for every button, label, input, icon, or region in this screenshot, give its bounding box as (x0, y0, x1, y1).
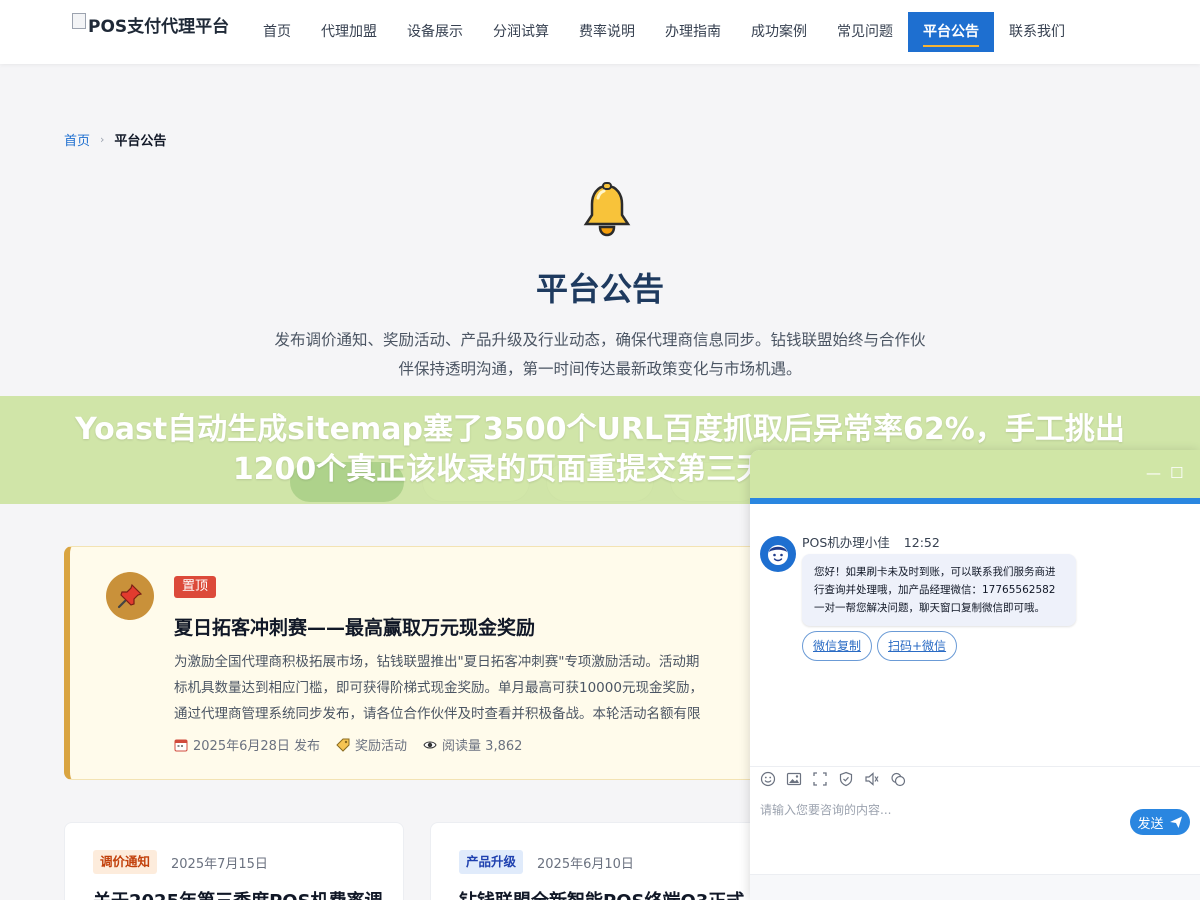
site-logo[interactable]: POS支付代理平台 (72, 12, 229, 37)
paper-plane-icon (1169, 816, 1182, 828)
screenshot-icon[interactable] (812, 771, 828, 787)
card-date: 2025年6月10日 (537, 857, 634, 872)
nav-item-devices[interactable]: 设备展示 (392, 12, 478, 52)
breadcrumb-current: 平台公告 (114, 134, 167, 149)
announcement-card[interactable]: 调价通知 2025年7月15日 关于2025年第三季度POS机费率调 (64, 822, 404, 900)
meta-views-text: 阅读量 3,862 (442, 739, 523, 754)
nav-item-home[interactable]: 首页 (248, 12, 306, 52)
image-icon[interactable] (786, 771, 802, 787)
chat-message-input[interactable] (760, 800, 1120, 820)
featured-body: 为激励全国代理商积极拓展市场，钻钱联盟推出"夏日拓客冲刺赛"专项激励活动。活动期… (174, 649, 763, 727)
agent-info: POS机办理小佳 12:52 (802, 532, 940, 551)
page-description: 发布调价通知、奖励活动、产品升级及行业动态，确保代理商信息同步。钻钱联盟始终与合… (274, 331, 926, 378)
nav-item-cases[interactable]: 成功案例 (736, 12, 822, 52)
agent-face-icon (768, 545, 788, 565)
card-date: 2025年7月15日 (171, 857, 268, 872)
meta-category: 奖励活动 (336, 735, 407, 754)
nav-item-contact[interactable]: 联系我们 (994, 12, 1080, 52)
nav-item-announcements[interactable]: 平台公告 (908, 12, 994, 52)
tag-icon (336, 738, 350, 752)
nav-item-rates[interactable]: 费率说明 (564, 12, 650, 52)
broken-image-icon (72, 12, 86, 29)
bell-icon (583, 182, 631, 237)
featured-body-line: 通过代理商管理系统同步发布，请各位合作伙伴及时查看并积极备战。本轮活动名额有限 (174, 706, 701, 722)
card-title[interactable]: 关于2025年第三季度POS机费率调 (93, 887, 383, 900)
logo-text: POS支付代理平台 (88, 17, 230, 37)
pushpin-icon (117, 583, 143, 609)
breadcrumb-separator: › (100, 133, 105, 146)
chat-toolbar (750, 766, 1200, 792)
nav-item-guide[interactable]: 办理指南 (650, 12, 736, 52)
nav-item-agent-join[interactable]: 代理加盟 (306, 12, 392, 52)
card-tag: 产品升级 (459, 850, 524, 874)
featured-announcement-card[interactable]: 置顶 夏日拓客冲刺赛——最高赢取万元现金奖励 为激励全国代理商积极拓展市场，钻钱… (64, 546, 764, 780)
chat-widget: — ☐ POS机办理小佳 12:52 您好！如果刷卡未及时到账，可以联系我们服务… (750, 450, 1200, 900)
breadcrumb: 首页 › 平台公告 (64, 130, 166, 149)
send-button-label: 发送 (1137, 816, 1164, 832)
meta-date: 2025年6月28日 发布 (174, 735, 320, 754)
chat-header: — ☐ (750, 450, 1200, 504)
pin-badge (106, 572, 154, 620)
maximize-button[interactable]: ☐ (1170, 464, 1183, 482)
card-title[interactable]: 钻钱联盟全新智能POS终端Q3正式 (459, 887, 744, 900)
featured-body-line: 标机具数量达到相应门槛，即可获得阶梯式现金奖励。单月最高可获10000元现金奖励… (174, 680, 703, 696)
copy-wechat-button[interactable]: 微信复制 (802, 631, 873, 661)
pinned-tag: 置顶 (174, 576, 217, 598)
site-header: POS支付代理平台 首页 代理加盟 设备展示 分润试算 费率说明 办理指南 成功… (0, 0, 1200, 64)
page-title: 平台公告 (535, 270, 664, 308)
agent-name: POS机办理小佳 (802, 535, 890, 550)
emoji-icon[interactable] (760, 771, 776, 787)
main-nav: 首页 代理加盟 设备展示 分润试算 费率说明 办理指南 成功案例 常见问题 平台… (248, 12, 1080, 52)
featured-meta: 2025年6月28日 发布 奖励活动 阅读量 3,862 (174, 735, 522, 754)
scan-qr-wechat-button[interactable]: 扫码+微信 (877, 631, 958, 661)
chat-message-bubble: 您好！如果刷卡未及时到账，可以联系我们服务商进行查询并处理哦，加产品经理微信：1… (802, 554, 1076, 626)
calendar-icon (174, 739, 188, 751)
chat-header-divider (750, 498, 1200, 504)
nav-item-faq[interactable]: 常见问题 (822, 12, 908, 52)
chat-footer (750, 874, 1200, 900)
message-time: 12:52 (903, 535, 940, 550)
featured-body-line: 为激励全国代理商积极拓展市场，钻钱联盟推出"夏日拓客冲刺赛"专项激励活动。活动期 (174, 654, 700, 670)
card-tag: 调价通知 (93, 850, 158, 874)
minimize-button[interactable]: — (1146, 464, 1161, 482)
announcement-card[interactable]: 产品升级 2025年6月10日 钻钱联盟全新智能POS终端Q3正式 (430, 822, 770, 900)
eye-icon (423, 741, 437, 748)
meta-date-text: 2025年6月28日 发布 (193, 739, 321, 754)
nav-item-profit-calc[interactable]: 分润试算 (478, 12, 564, 52)
sound-icon[interactable] (864, 771, 880, 787)
meta-views: 阅读量 3,862 (423, 735, 522, 754)
agent-avatar (760, 536, 796, 572)
meta-category-text: 奖励活动 (355, 739, 408, 754)
history-icon[interactable] (890, 771, 906, 787)
send-button[interactable]: 发送 (1130, 809, 1190, 835)
featured-title[interactable]: 夏日拓客冲刺赛——最高赢取万元现金奖励 (174, 613, 535, 640)
rating-icon[interactable] (838, 771, 854, 787)
breadcrumb-home-link[interactable]: 首页 (64, 130, 90, 149)
